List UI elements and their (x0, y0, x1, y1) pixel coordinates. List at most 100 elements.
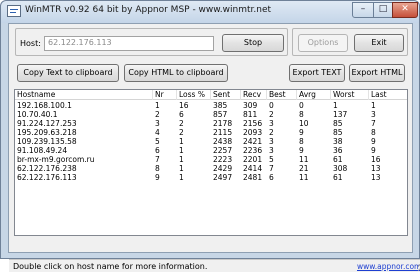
table-cell: 6 (269, 173, 274, 182)
options-group: Options Exit (292, 28, 408, 56)
table-row[interactable]: 109.239.135.58 5 1 2438 2421 3 8 38 9 (15, 137, 407, 146)
title-bar[interactable]: WinMTR v0.92 64 bit by Appnor MSP - www.… (1, 1, 419, 23)
hostname-cell[interactable]: 10.70.40.1 (17, 110, 58, 119)
table-cell: 308 (333, 164, 348, 173)
table-cell: 9 (299, 146, 304, 155)
table-cell: 8 (299, 110, 304, 119)
table-cell: 1 (371, 101, 376, 110)
table-cell: 2 (179, 119, 184, 128)
table-cell: 36 (333, 146, 343, 155)
table-cell: 4 (155, 128, 160, 137)
table-cell: 2497 (213, 173, 233, 182)
maximize-button[interactable]: □ (373, 2, 393, 18)
table-row[interactable]: br-mx-m9.gorcom.ru 7 1 2223 2201 5 11 61 16 (15, 155, 407, 164)
copy-html-button[interactable]: Copy HTML to clipboard (124, 64, 228, 82)
table-row[interactable]: 62.122.176.238 8 1 2429 2414 7 21 308 13 (15, 164, 407, 173)
column-header[interactable]: Sent (211, 90, 241, 100)
table-cell: 1 (179, 146, 184, 155)
table-row[interactable]: 91.108.49.24 6 1 2257 2236 3 9 36 9 (15, 146, 407, 155)
column-header[interactable]: Avrg (297, 90, 331, 100)
table-cell: 2 (269, 110, 274, 119)
table-cell: 1 (179, 155, 184, 164)
table-row[interactable]: 192.168.100.1 1 16 385 309 0 0 1 1 (15, 101, 407, 110)
column-header[interactable]: Nr (153, 90, 177, 100)
column-header[interactable]: Loss % (177, 90, 211, 100)
host-label: Host: (20, 39, 41, 48)
close-button[interactable]: ✕ (392, 2, 418, 18)
table-cell: 2438 (213, 137, 233, 146)
hostname-cell[interactable]: 91.224.127.253 (17, 119, 77, 128)
hostname-cell[interactable]: 62.122.176.238 (17, 164, 77, 173)
table-cell: 2236 (243, 146, 263, 155)
table-cell: 0 (269, 101, 274, 110)
table-cell: 2429 (213, 164, 233, 173)
table-cell: 38 (333, 137, 343, 146)
export-text-button[interactable]: Export TEXT (289, 64, 345, 82)
table-cell: 16 (179, 101, 189, 110)
copy-text-button[interactable]: Copy Text to clipboard (17, 64, 119, 82)
table-cell: 13 (371, 173, 381, 182)
hostname-cell[interactable]: br-mx-m9.gorcom.ru (17, 155, 95, 164)
table-cell: 2 (155, 110, 160, 119)
table-cell: 9 (155, 173, 160, 182)
table-cell: 2178 (213, 119, 233, 128)
hostname-cell[interactable]: 192.168.100.1 (17, 101, 72, 110)
hostname-cell[interactable]: 195.209.63.218 (17, 128, 77, 137)
status-bar: Double click on host name for more infor… (9, 259, 420, 272)
stop-button[interactable]: Stop (222, 34, 284, 52)
table-cell: 1 (179, 137, 184, 146)
host-input[interactable]: 62.122.176.113 (44, 36, 214, 51)
table-cell: 2223 (213, 155, 233, 164)
table-cell: 811 (243, 110, 258, 119)
table-row[interactable]: 91.224.127.253 3 2 2178 2156 3 10 85 7 (15, 119, 407, 128)
table-cell: 2481 (243, 173, 263, 182)
table-cell: 137 (333, 110, 348, 119)
window-title: WinMTR v0.92 64 bit by Appnor MSP - www.… (25, 5, 272, 15)
table-cell: 2257 (213, 146, 233, 155)
table-cell: 3 (269, 137, 274, 146)
table-cell: 6 (155, 146, 160, 155)
client-area: Host: 62.122.176.113 Stop Options Exit C… (8, 23, 420, 272)
table-cell: 2115 (213, 128, 233, 137)
table-cell: 13 (371, 164, 381, 173)
table-cell: 6 (179, 110, 184, 119)
column-header[interactable]: Best (267, 90, 297, 100)
table-cell: 5 (269, 155, 274, 164)
table-cell: 8 (299, 137, 304, 146)
exit-button[interactable]: Exit (354, 34, 404, 52)
options-button[interactable]: Options (298, 34, 348, 52)
table-cell: 2 (179, 128, 184, 137)
table-cell: 85 (333, 119, 343, 128)
results-table[interactable]: Hostname Nr Loss % Sent Recv Best Avrg W… (14, 89, 408, 236)
table-header: Hostname Nr Loss % Sent Recv Best Avrg W… (15, 90, 407, 100)
status-text: Double click on host name for more infor… (13, 262, 208, 271)
minimize-button[interactable]: – (352, 2, 374, 18)
table-cell: 2414 (243, 164, 263, 173)
table-row[interactable]: 195.209.63.218 4 2 2115 2093 2 9 85 8 (15, 128, 407, 137)
column-header[interactable]: Last (369, 90, 407, 100)
appnor-link[interactable]: www.appnor.com (357, 262, 420, 271)
table-cell: 857 (213, 110, 228, 119)
table-row[interactable]: 10.70.40.1 2 6 857 811 2 8 137 3 (15, 110, 407, 119)
table-cell: 11 (299, 155, 309, 164)
hostname-cell[interactable]: 62.122.176.113 (17, 173, 77, 182)
export-html-button[interactable]: Export HTML (349, 64, 405, 82)
column-header[interactable]: Recv (241, 90, 267, 100)
hostname-cell[interactable]: 91.108.49.24 (17, 146, 67, 155)
table-cell: 7 (269, 164, 274, 173)
app-icon (7, 5, 21, 17)
table-cell: 10 (299, 119, 309, 128)
column-header[interactable]: Hostname (15, 90, 153, 100)
table-cell: 61 (333, 155, 343, 164)
table-cell: 1 (333, 101, 338, 110)
table-cell: 9 (371, 146, 376, 155)
table-cell: 8 (371, 128, 376, 137)
table-row[interactable]: 62.122.176.113 9 1 2497 2481 6 11 61 13 (15, 173, 407, 182)
table-cell: 2201 (243, 155, 263, 164)
app-window: WinMTR v0.92 64 bit by Appnor MSP - www.… (0, 0, 420, 272)
table-cell: 7 (371, 119, 376, 128)
hostname-cell[interactable]: 109.239.135.58 (17, 137, 77, 146)
table-cell: 309 (243, 101, 258, 110)
column-header[interactable]: Worst (331, 90, 369, 100)
table-cell: 11 (299, 173, 309, 182)
